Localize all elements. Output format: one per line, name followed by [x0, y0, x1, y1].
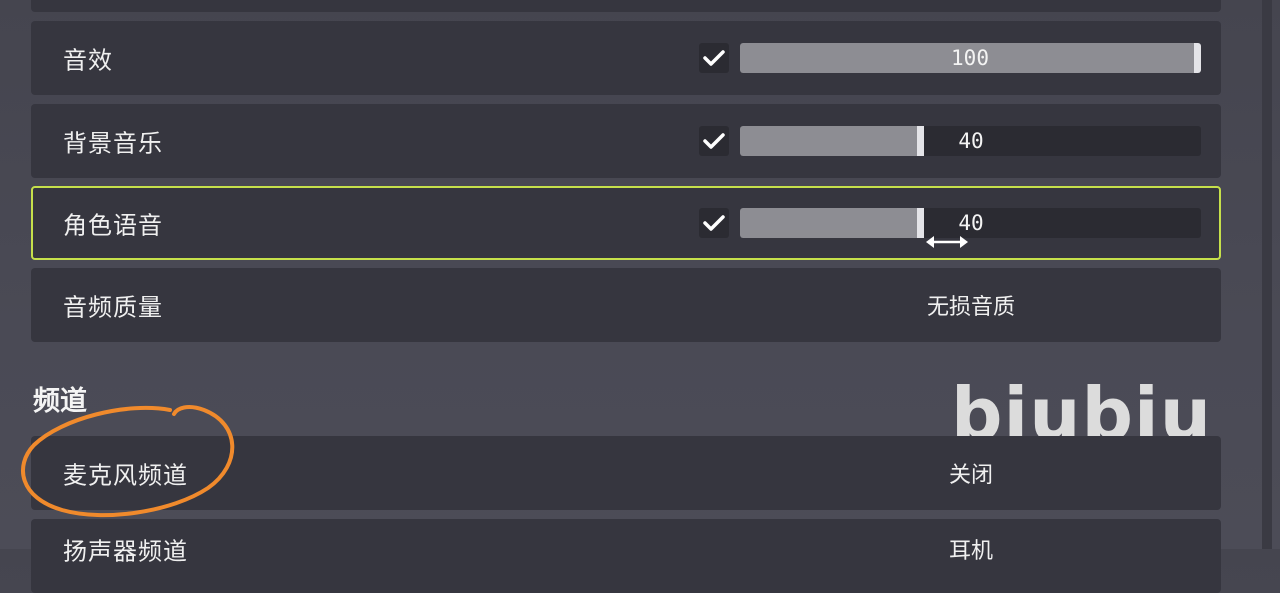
checkmark-icon — [703, 215, 725, 231]
bg-music-value: 40 — [958, 129, 984, 153]
slider-thumb[interactable] — [1194, 43, 1201, 73]
annotation-circle — [20, 405, 235, 518]
slider-thumb[interactable] — [917, 126, 924, 156]
resize-horizontal-icon — [926, 236, 968, 248]
slider-thumb[interactable] — [917, 208, 924, 238]
sound-effects-label: 音效 — [63, 46, 113, 75]
character-voice-toggle[interactable] — [699, 208, 729, 238]
speaker-channel-label: 扬声器频道 — [63, 537, 188, 566]
mic-channel-value: 关闭 — [948, 463, 994, 488]
character-voice-value: 40 — [958, 211, 984, 235]
settings-row-sound-effects[interactable]: 音效 100 — [31, 21, 1221, 95]
character-voice-slider[interactable]: 40 — [740, 208, 1201, 238]
settings-row-clipped-top[interactable] — [31, 0, 1221, 12]
settings-row-character-voice[interactable]: 角色语音 40 — [31, 186, 1221, 260]
audio-quality-value: 无损音质 — [926, 295, 1016, 320]
scrollbar[interactable] — [1262, 0, 1272, 549]
bg-music-toggle[interactable] — [699, 126, 729, 156]
settings-row-audio-quality[interactable]: 音频质量 无损音质 — [31, 268, 1221, 342]
sound-effects-value: 100 — [951, 46, 989, 70]
settings-row-speaker-channel[interactable]: 扬声器频道 耳机 — [31, 519, 1221, 593]
bg-music-slider[interactable]: 40 — [740, 126, 1201, 156]
bg-music-label: 背景音乐 — [63, 129, 163, 158]
audio-quality-label: 音频质量 — [63, 293, 163, 322]
checkmark-icon — [703, 50, 725, 66]
slider-fill — [740, 126, 917, 156]
character-voice-label: 角色语音 — [63, 211, 163, 240]
settings-row-bg-music[interactable]: 背景音乐 40 — [31, 104, 1221, 178]
speaker-channel-value: 耳机 — [948, 539, 994, 564]
slider-fill — [740, 208, 917, 238]
checkmark-icon — [703, 133, 725, 149]
sound-effects-slider[interactable]: 100 — [740, 43, 1201, 73]
sound-effects-toggle[interactable] — [699, 43, 729, 73]
